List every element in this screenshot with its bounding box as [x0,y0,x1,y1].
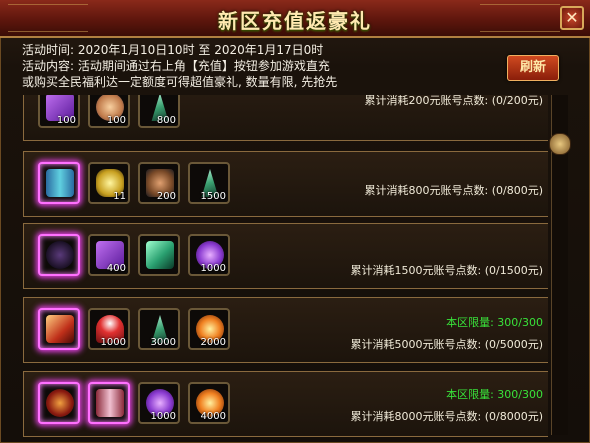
title-bar: 新区充值返豪礼 ✕ [0,0,590,38]
event-info: 活动时间: 2020年1月10日10时 至 2020年1月17日0时 活动内容:… [22,42,492,90]
reward-progress: 累计消耗8000元账号点数: (0/8000元) [350,410,543,423]
gold-ore-icon[interactable]: 11 [88,162,130,204]
refresh-button[interactable]: 刷新 [507,55,559,81]
window-title: 新区充值返豪礼 [218,9,372,33]
reward-progress: 累计消耗200元账号点数: (0/200元) [364,95,543,107]
reward-list[interactable]: 100 100 800 累计消耗200元账号点数: (0/200元) 11 20… [23,95,548,443]
green-crystal-icon[interactable]: 3000 [138,308,180,350]
reward-row: 400 1000 累计消耗1500元账号点数: (0/1500元) [23,223,548,289]
close-button[interactable]: ✕ [560,6,584,30]
limit-text: 本区限量: 300/300 [446,316,543,329]
reward-row: 100 100 800 累计消耗200元账号点数: (0/200元) [23,95,548,141]
red-scroll-icon[interactable] [38,308,80,350]
event-content-text-1: 活动内容: 活动期间通过右上角【充值】按钮参加游戏直充 [22,59,330,73]
event-time-text: 活动时间: 2020年1月10日10时 至 2020年1月17日0时 [22,43,324,57]
jade-banner-icon[interactable] [38,162,80,204]
reward-progress: 累计消耗1500元账号点数: (0/1500元) [350,264,543,277]
flame-orb-icon[interactable]: 2000 [188,308,230,350]
warrior-portrait-icon[interactable]: 200 [138,162,180,204]
flame-orb-icon[interactable]: 4000 [188,382,230,424]
purple-gem-icon[interactable]: 1000 [138,382,180,424]
event-content-text-2: 或购买全民福利达一定额度可得超值豪礼, 数量有限, 先抢先 [22,75,338,89]
reward-row: 1000 3000 2000 本区限量: 300/300 累计消耗5000元账号… [23,297,548,363]
dark-mount-icon[interactable] [38,234,80,276]
green-crystal-icon[interactable]: 1500 [188,162,230,204]
reward-row: 1000 4000 本区限量: 300/300 累计消耗8000元账号点数: (… [23,371,548,437]
reward-row: 11 200 1500 累计消耗800元账号点数: (0/800元) [23,151,548,217]
scrollbar-thumb[interactable] [549,133,571,155]
hero-portrait-icon[interactable]: 100 [88,95,130,128]
wing-emblem-icon[interactable] [88,382,130,424]
jade-block-icon[interactable] [138,234,180,276]
purple-book-icon[interactable]: 100 [38,95,80,128]
purple-book-icon[interactable]: 400 [88,234,130,276]
red-shield-icon[interactable] [38,382,80,424]
reward-progress: 累计消耗800元账号点数: (0/800元) [364,184,543,197]
purple-gem-icon[interactable]: 1000 [188,234,230,276]
mushroom-icon[interactable]: 1000 [88,308,130,350]
limit-text: 本区限量: 300/300 [446,388,543,401]
green-crystal-icon[interactable]: 800 [138,95,180,128]
reward-progress: 累计消耗5000元账号点数: (0/5000元) [350,338,543,351]
